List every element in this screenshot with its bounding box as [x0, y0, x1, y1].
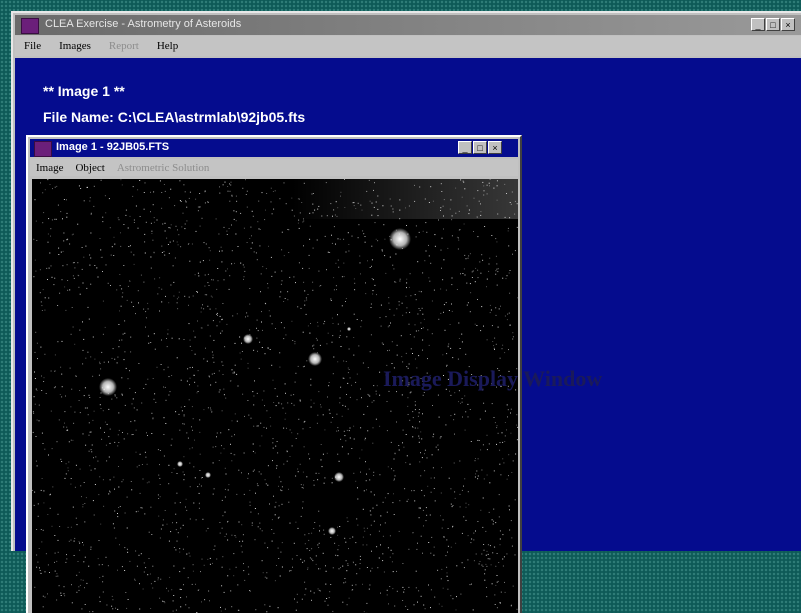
star[interactable]	[177, 461, 183, 467]
menu-image[interactable]: Image	[30, 162, 69, 174]
image-maximize-button[interactable]: □	[473, 141, 487, 154]
app-icon[interactable]	[21, 18, 39, 34]
menu-report[interactable]: Report	[100, 40, 148, 52]
menu-astrometric-solution[interactable]: Astrometric Solution	[111, 162, 216, 174]
star[interactable]	[389, 228, 411, 250]
menu-object[interactable]: Object	[69, 162, 110, 174]
image-minimize-button[interactable]: _	[458, 141, 472, 154]
image-window-icon[interactable]	[34, 141, 52, 157]
star-field-svg[interactable]	[32, 179, 518, 613]
main-menubar: File Images Report Help	[15, 36, 801, 56]
star[interactable]	[328, 527, 336, 535]
menu-file[interactable]: File	[15, 40, 50, 52]
maximize-button[interactable]: □	[766, 18, 780, 31]
star[interactable]	[99, 378, 117, 396]
image-heading: ** Image 1 **	[43, 83, 125, 99]
menu-help[interactable]: Help	[148, 40, 187, 52]
star[interactable]	[205, 472, 211, 478]
star[interactable]	[334, 472, 344, 482]
image-window-title: Image 1 - 92JB05.FTS	[56, 141, 170, 153]
star[interactable]	[308, 352, 322, 366]
image-menubar: Image Object Astrometric Solution	[30, 159, 518, 176]
image-close-button[interactable]: ×	[488, 141, 502, 154]
star[interactable]	[347, 327, 351, 331]
image-titlebar[interactable]: Image 1 - 92JB05.FTS _ □ ×	[30, 139, 518, 157]
main-window-controls: _ □ ×	[751, 18, 795, 31]
main-window-title: CLEA Exercise - Astrometry of Asteroids	[45, 18, 242, 30]
minimize-button[interactable]: _	[751, 18, 765, 31]
image-window-controls: _ □ ×	[458, 141, 502, 154]
close-button[interactable]: ×	[781, 18, 795, 31]
star[interactable]	[243, 334, 253, 344]
main-titlebar[interactable]: CLEA Exercise - Astrometry of Asteroids …	[15, 15, 801, 35]
star-field-image[interactable]	[32, 179, 518, 613]
file-name-label: File Name: C:\CLEA\astrmlab\92jb05.fts	[43, 109, 306, 125]
menu-images[interactable]: Images	[50, 40, 100, 52]
image-display-window-callout: Image Display Window	[383, 366, 603, 391]
